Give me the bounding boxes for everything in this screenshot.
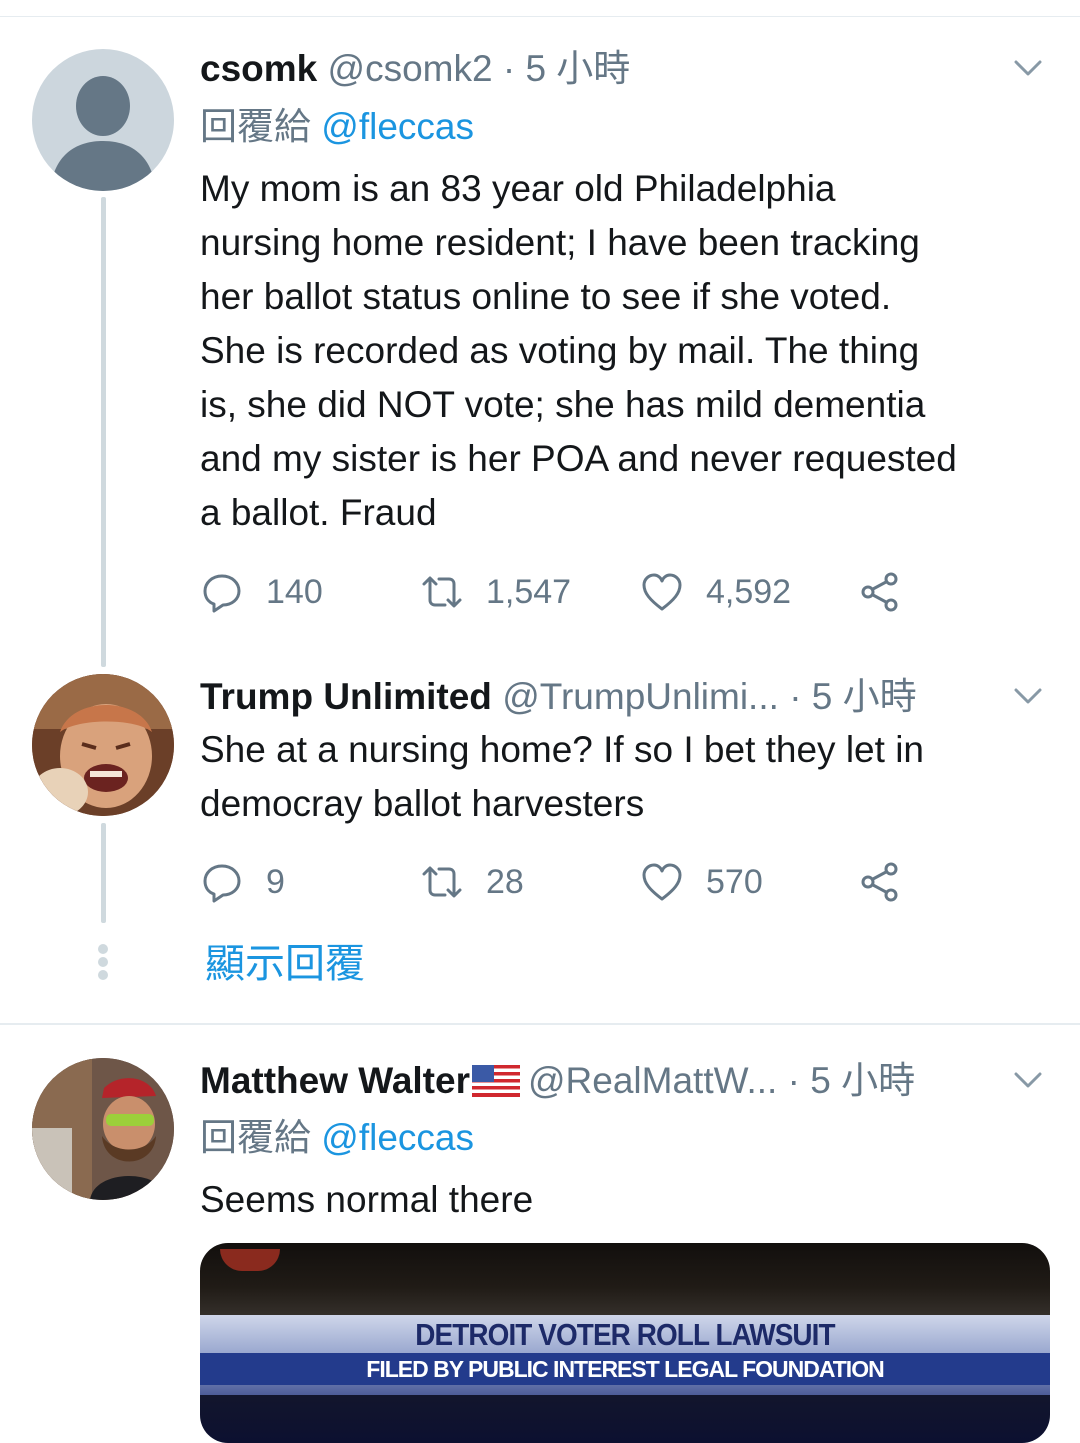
author-handle[interactable]: @TrumpUnlimi... bbox=[502, 676, 779, 717]
top-divider bbox=[0, 16, 1080, 17]
like-icon bbox=[642, 863, 682, 901]
tweet-media[interactable]: DETROIT VOTER ROLL LAWSUIT FILED BY PUBL… bbox=[200, 1243, 1050, 1443]
replying-to: 回覆給 @fleccas bbox=[200, 1115, 474, 1161]
media-subheadline: FILED BY PUBLIC INTEREST LEGAL FOUNDATIO… bbox=[200, 1353, 1050, 1385]
reply-count: 140 bbox=[266, 572, 323, 611]
profile-photo bbox=[32, 674, 174, 816]
like-button[interactable]: 570 bbox=[640, 858, 763, 906]
tweet-text: My mom is an 83 year old Philadelphia nu… bbox=[200, 162, 1050, 540]
retweet-button[interactable]: 28 bbox=[420, 858, 524, 906]
like-count: 4,592 bbox=[706, 572, 792, 611]
tweet-text-line: and my sister is her POA and never reque… bbox=[200, 438, 957, 479]
tweet-text-line: She at a nursing home? If so I bet they … bbox=[200, 729, 924, 770]
us-flag-icon bbox=[471, 1065, 520, 1097]
tweet-header: Matthew Walter @RealMattW... · 5 小時 bbox=[200, 1058, 1000, 1104]
tweet-header: csomk @csomk2 · 5 小時 bbox=[200, 46, 980, 92]
thread-dot bbox=[98, 957, 108, 967]
author-handle[interactable]: @RealMattW... bbox=[528, 1060, 777, 1101]
author-name[interactable]: Matthew Walter bbox=[200, 1060, 470, 1101]
retweet-count: 1,547 bbox=[486, 572, 572, 611]
tweet-text-line: She is recorded as voting by mail. The t… bbox=[200, 330, 920, 371]
reply-to-link[interactable]: @fleccas bbox=[321, 1117, 474, 1158]
reply-button[interactable]: 140 bbox=[200, 568, 323, 616]
tweet-actions: 9 28 570 bbox=[200, 858, 920, 906]
retweet-button[interactable]: 1,547 bbox=[420, 568, 571, 616]
chevron-down-icon[interactable] bbox=[1010, 50, 1046, 86]
chevron-down-icon[interactable] bbox=[1010, 1062, 1046, 1098]
thread-line bbox=[101, 823, 106, 923]
reply-button[interactable]: 9 bbox=[200, 858, 285, 906]
like-icon bbox=[642, 573, 682, 611]
thread-dot bbox=[98, 970, 108, 980]
timestamp[interactable]: · 5 小時 bbox=[789, 676, 916, 717]
author-name[interactable]: csomk bbox=[200, 48, 317, 89]
tweet-text-line: a ballot. Fraud bbox=[200, 492, 437, 533]
timestamp[interactable]: · 5 小時 bbox=[503, 48, 630, 89]
default-avatar-icon bbox=[50, 76, 156, 191]
author-handle[interactable]: @csomk2 bbox=[328, 48, 493, 89]
avatar-matthew-walter[interactable] bbox=[32, 1058, 174, 1200]
avatar-trump-unlimited[interactable] bbox=[32, 674, 174, 816]
reply-prefix: 回覆給 bbox=[200, 1117, 311, 1158]
reply-icon bbox=[203, 574, 241, 613]
share-button[interactable] bbox=[858, 568, 902, 616]
media-headline: DETROIT VOTER ROLL LAWSUIT bbox=[415, 1317, 835, 1352]
avatar-csomk[interactable] bbox=[32, 49, 174, 191]
retweet-icon bbox=[422, 576, 462, 608]
reply-icon bbox=[203, 864, 241, 903]
profile-photo bbox=[32, 1058, 174, 1200]
reply-to-link[interactable]: @fleccas bbox=[321, 106, 474, 147]
share-button[interactable] bbox=[858, 858, 902, 906]
tweet-header: Trump Unlimited @TrumpUnlimi... · 5 小時 bbox=[200, 674, 1000, 720]
retweet-icon bbox=[422, 866, 462, 898]
tweet-text-line: her ballot status online to see if she v… bbox=[200, 276, 892, 317]
replying-to: 回覆給 @fleccas bbox=[200, 104, 474, 150]
reply-count: 9 bbox=[266, 862, 285, 901]
author-name[interactable]: Trump Unlimited bbox=[200, 676, 492, 717]
thread-dot bbox=[98, 944, 108, 954]
show-replies-link[interactable]: 顯示回覆 bbox=[205, 937, 365, 991]
tweet-text-line: democray ballot harvesters bbox=[200, 783, 645, 824]
thread-line bbox=[101, 197, 106, 667]
tweet-text: Seems normal there bbox=[200, 1179, 534, 1220]
tweet-text-line: is, she did NOT vote; she has mild demen… bbox=[200, 384, 926, 425]
like-count: 570 bbox=[706, 862, 763, 901]
timestamp[interactable]: · 5 小時 bbox=[788, 1060, 915, 1101]
tweet-actions: 140 1,547 4,592 bbox=[200, 568, 920, 616]
tweet-text: She at a nursing home? If so I bet they … bbox=[200, 723, 1050, 831]
tweet-divider bbox=[0, 1023, 1080, 1025]
share-icon bbox=[861, 572, 898, 612]
like-button[interactable]: 4,592 bbox=[640, 568, 791, 616]
tweet-text-line: My mom is an 83 year old Philadelphia bbox=[200, 168, 836, 209]
tweet-text-line: nursing home resident; I have been track… bbox=[200, 222, 920, 263]
retweet-count: 28 bbox=[486, 862, 524, 901]
chevron-down-icon[interactable] bbox=[1010, 678, 1046, 714]
share-icon bbox=[861, 862, 898, 902]
media-background-light bbox=[220, 1249, 280, 1271]
reply-prefix: 回覆給 bbox=[200, 106, 311, 147]
